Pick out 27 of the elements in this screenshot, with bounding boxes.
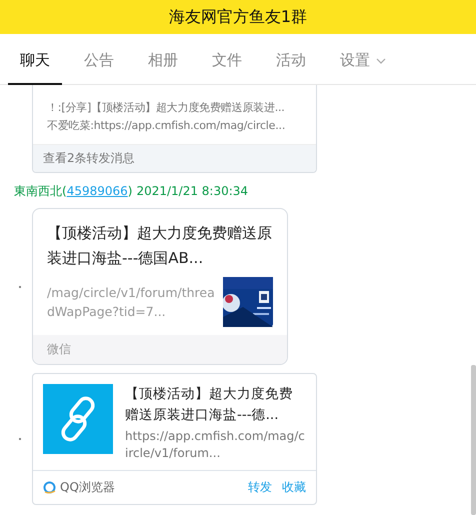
view-forwarded-link[interactable]: 查看2条转发消息 <box>43 151 135 165</box>
user-id-link[interactable]: 45989066 <box>66 184 128 198</box>
scrollbar[interactable] <box>471 365 476 515</box>
source-label: 微信 <box>47 342 71 356</box>
tab[interactable]: 设置 <box>328 34 398 85</box>
tab[interactable]: 相册 <box>136 34 190 85</box>
card-url: https://app.cmfish.com/mag/circle/v1/forum... <box>125 428 306 462</box>
tab[interactable]: 文件 <box>200 34 254 85</box>
card-action-link[interactable]: 转发 <box>248 479 272 496</box>
card-title: 【顶楼活动】超大力度免费赠送原装进口海盐---德... <box>125 385 294 425</box>
message-time: 2021/1/21 8:30:34 <box>136 184 248 198</box>
browser-icon <box>43 481 56 494</box>
source-label: QQ浏览器 <box>60 479 115 496</box>
card-title: 【顶楼活动】超大力度免费赠送原装进口海盐---德国AB... <box>47 223 273 269</box>
shared-link-card[interactable]: 【顶楼活动】超大力度免费赠送原装进口海盐---德国AB... /mag/circle/v1/forum/threadWapPage?tid=7... 微信 <box>32 208 288 365</box>
tab[interactable]: 公告 <box>72 34 126 85</box>
forwarded-message-preview: ！:[分享]【顶楼活动】超大力度免费赠送原装进... <box>47 100 286 116</box>
shared-link-card[interactable]: 【顶楼活动】超大力度免费赠送原装进口海盐---德... https://app.cmfish.com/mag/circle/v1/forum... QQ浏览器 转发 收藏 <box>32 373 317 505</box>
forwarded-messages-card[interactable]: ！:[分享]【顶楼活动】超大力度免费赠送原装进... 不爱吃菜:https://app.cmfish.com/mag/circle... 查看2条转发消息 <box>32 85 317 173</box>
card-action-link[interactable]: 收藏 <box>282 479 306 496</box>
forwarded-message-preview: 不爱吃菜:https://app.cmfish.com/mag/circle... <box>47 118 286 134</box>
sender-name: 東南西北( <box>14 184 67 198</box>
link-icon <box>43 384 113 454</box>
sender-paren: ) <box>128 184 132 198</box>
tab[interactable]: 活动 <box>264 34 318 85</box>
group-title: 海友网官方鱼友1群 <box>168 6 308 28</box>
card-description: /mag/circle/v1/forum/threadWapPage?tid=7... <box>47 284 215 321</box>
